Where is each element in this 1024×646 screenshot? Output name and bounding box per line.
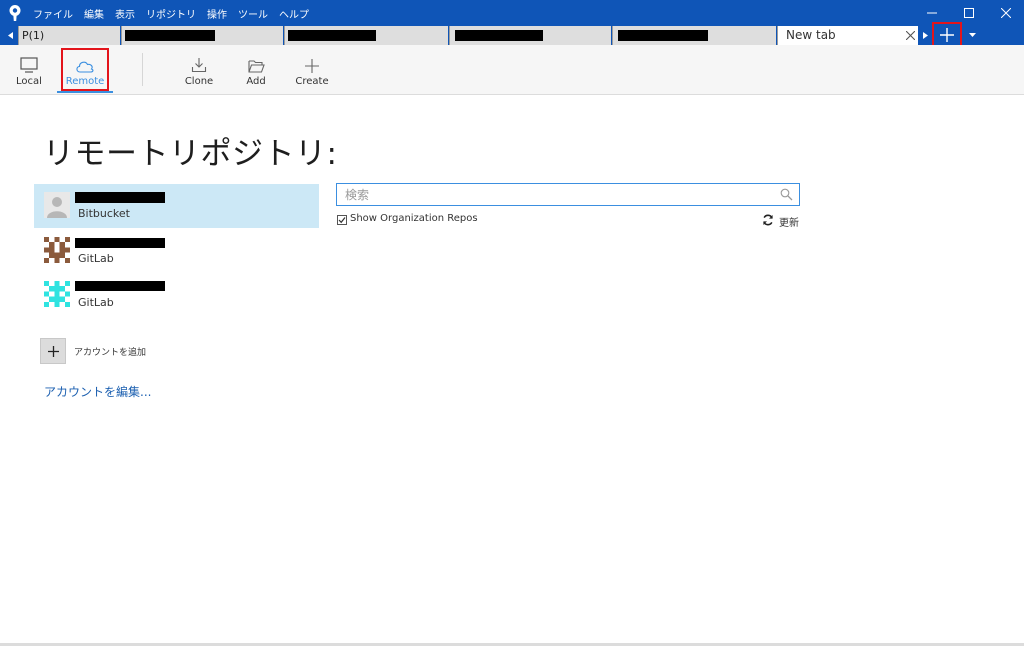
account-item-gitlab-2[interactable]: GitLab bbox=[34, 273, 319, 317]
local-label: Local bbox=[16, 76, 42, 87]
redacted-label bbox=[618, 30, 708, 41]
menu-actions[interactable]: 操作 bbox=[207, 6, 227, 21]
menu-tools[interactable]: ツール bbox=[238, 6, 268, 21]
toolbar: Local Remote Clone Add Create bbox=[0, 45, 1024, 95]
menu-repository[interactable]: リポジトリ bbox=[146, 6, 196, 21]
show-org-repos-checkbox[interactable] bbox=[337, 215, 347, 225]
redacted-label bbox=[288, 30, 376, 41]
maximize-icon bbox=[964, 8, 974, 18]
triangle-left-icon bbox=[7, 32, 13, 39]
search-icon bbox=[780, 188, 793, 201]
refresh-icon[interactable] bbox=[762, 214, 774, 226]
toolbar-separator bbox=[142, 53, 143, 86]
clone-label: Clone bbox=[184, 76, 214, 87]
add-label: Add bbox=[246, 76, 266, 87]
checkmark-icon bbox=[338, 217, 346, 224]
menu-edit[interactable]: 編集 bbox=[84, 6, 104, 21]
add-account-label: アカウントを追加 bbox=[74, 348, 147, 358]
clone-button[interactable]: Clone bbox=[183, 45, 215, 94]
account-item-bitbucket[interactable]: Bitbucket bbox=[34, 184, 319, 228]
add-button[interactable]: Add bbox=[240, 45, 272, 94]
menu-bar: ファイル 編集 表示 リポジトリ 操作 ツール ヘルプ bbox=[33, 0, 320, 26]
account-provider: Bitbucket bbox=[78, 207, 130, 220]
monitor-icon bbox=[20, 57, 38, 73]
new-tab-button[interactable] bbox=[932, 22, 962, 47]
tab-repo-5[interactable] bbox=[612, 26, 776, 45]
redacted-username bbox=[75, 281, 165, 291]
tab-repo-3[interactable] bbox=[284, 26, 448, 45]
tab-new-tab[interactable]: New tab bbox=[777, 26, 918, 45]
avatar bbox=[44, 281, 70, 307]
tab-repo-1[interactable]: P(1) bbox=[18, 26, 120, 45]
triangle-right-icon bbox=[922, 32, 928, 39]
tab-label: New tab bbox=[786, 28, 836, 42]
minimize-icon bbox=[927, 12, 937, 14]
folder-open-icon bbox=[247, 60, 265, 73]
menu-file[interactable]: ファイル bbox=[33, 6, 73, 21]
page-title: リモートリポジトリ: bbox=[43, 136, 338, 172]
download-icon bbox=[191, 58, 207, 73]
search-input[interactable] bbox=[345, 184, 765, 205]
plus-icon bbox=[47, 345, 59, 357]
tab-scroll-left-button[interactable] bbox=[5, 26, 15, 45]
redacted-username bbox=[75, 238, 165, 248]
redacted-username bbox=[75, 192, 165, 203]
show-org-repos-label: Show Organization Repos bbox=[350, 213, 478, 224]
avatar bbox=[44, 237, 70, 263]
highlight-box bbox=[61, 48, 109, 91]
chevron-down-icon bbox=[968, 33, 976, 37]
refresh-label[interactable]: 更新 bbox=[779, 214, 799, 229]
plus-icon bbox=[940, 27, 954, 42]
redacted-label bbox=[455, 30, 543, 41]
redacted-label bbox=[125, 30, 215, 41]
tab-repo-2[interactable] bbox=[121, 26, 283, 45]
search-box bbox=[336, 183, 800, 206]
title-bar: ファイル 編集 表示 リポジトリ 操作 ツール ヘルプ bbox=[0, 0, 1024, 26]
add-account-button[interactable] bbox=[40, 338, 66, 364]
create-label: Create bbox=[295, 76, 329, 87]
sourcetree-logo-icon bbox=[9, 5, 21, 21]
local-button[interactable]: Local bbox=[13, 45, 45, 94]
menu-help[interactable]: ヘルプ bbox=[279, 6, 309, 21]
close-icon bbox=[1001, 8, 1011, 18]
account-provider: GitLab bbox=[78, 296, 114, 309]
create-button[interactable]: Create bbox=[294, 45, 330, 94]
account-item-gitlab-1[interactable]: GitLab bbox=[34, 229, 319, 273]
close-tab-icon[interactable] bbox=[906, 31, 915, 40]
plus-icon bbox=[305, 59, 319, 73]
tab-label: P(1) bbox=[22, 29, 45, 42]
close-window-button[interactable] bbox=[988, 0, 1024, 26]
avatar bbox=[44, 192, 70, 218]
tab-list-dropdown-button[interactable] bbox=[966, 26, 978, 45]
account-provider: GitLab bbox=[78, 252, 114, 265]
menu-view[interactable]: 表示 bbox=[115, 6, 135, 21]
active-indicator bbox=[57, 91, 113, 93]
edit-accounts-link[interactable]: アカウントを編集... bbox=[44, 383, 151, 400]
tab-repo-4[interactable] bbox=[449, 26, 611, 45]
tab-scroll-right-button[interactable] bbox=[920, 26, 930, 45]
